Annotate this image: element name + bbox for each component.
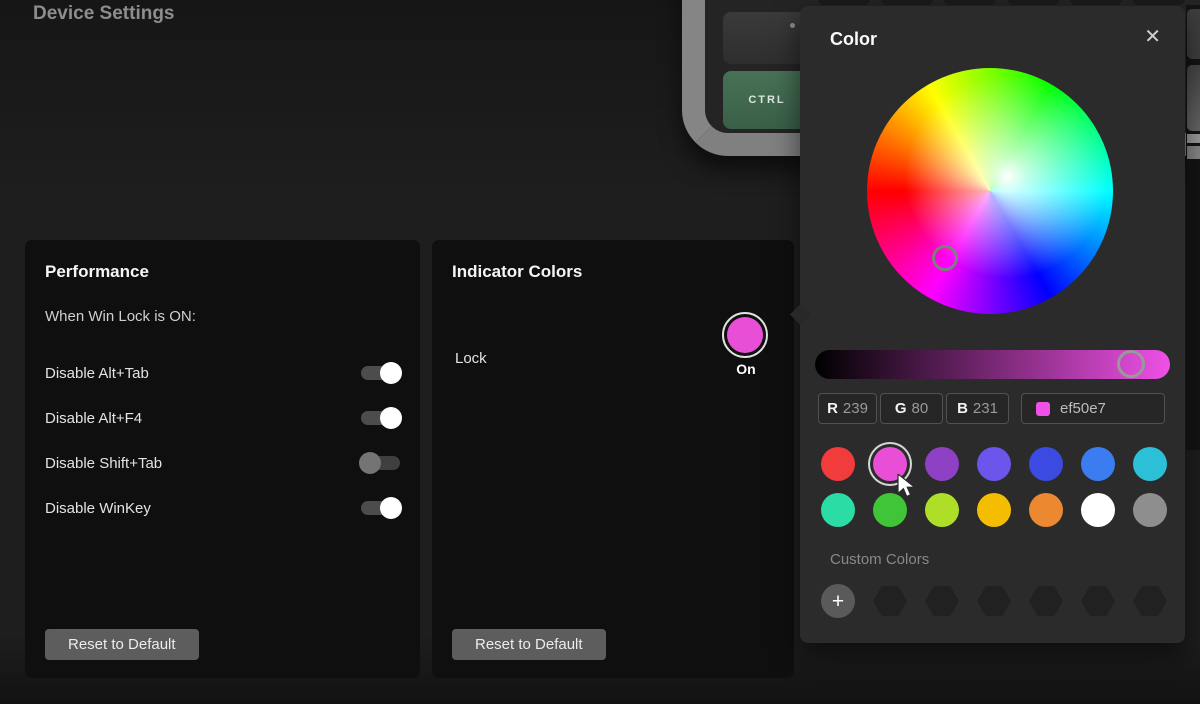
toggle-knob [359, 452, 381, 474]
right-edge-keyboard-strip [1186, 5, 1200, 450]
toggle-row-disable-winkey: Disable WinKey [45, 496, 400, 520]
color-swatch[interactable] [977, 447, 1011, 481]
blue-label: B [957, 400, 968, 417]
toggle-switch-disable-alt-tab[interactable] [361, 366, 400, 380]
green-value-field[interactable]: G 80 [880, 393, 943, 424]
keyboard-key-row [818, 0, 1185, 5]
color-wheel-selector[interactable] [932, 245, 958, 271]
keyboard-key [944, 0, 996, 5]
hex-color-swatch [1036, 402, 1050, 416]
winlock-subtitle: When Win Lock is ON: [45, 308, 420, 325]
custom-color-slot-empty[interactable] [1133, 584, 1167, 618]
toggle-row-disable-alt-tab: Disable Alt+Tab [45, 361, 400, 385]
custom-color-slot-empty[interactable] [1081, 584, 1115, 618]
color-swatch[interactable] [1081, 493, 1115, 527]
indicator-reset-button[interactable]: Reset to Default [452, 629, 606, 660]
custom-color-slot-empty[interactable] [1029, 584, 1063, 618]
color-wheel[interactable] [867, 68, 1113, 314]
lock-color-ring [722, 312, 768, 358]
performance-reset-button[interactable]: Reset to Default [45, 629, 199, 660]
keyboard-key [881, 0, 933, 5]
red-label: R [827, 400, 838, 417]
toggle-list: Disable Alt+Tab Disable Alt+F4 Disable S… [45, 361, 400, 520]
close-icon[interactable]: ✕ [1144, 27, 1161, 47]
keyboard-key [723, 12, 807, 64]
red-value: 239 [843, 400, 868, 417]
preset-swatch-grid [821, 447, 1171, 539]
swatch-row [821, 447, 1171, 481]
rgb-inputs-row: R 239 G 80 B 231 ef50e7 [800, 393, 1185, 424]
page-title: Device Settings [33, 3, 175, 25]
color-swatch[interactable] [1133, 493, 1167, 527]
toggle-knob [380, 362, 402, 384]
toggle-label: Disable Alt+F4 [45, 410, 142, 427]
swatch-row [821, 493, 1171, 527]
keyboard-key [1133, 0, 1185, 5]
brightness-slider-handle[interactable] [1117, 350, 1145, 378]
dialog-title: Color [830, 29, 877, 50]
color-swatch[interactable] [821, 447, 855, 481]
indicator-colors-panel: Indicator Colors Lock On Reset to Defaul… [432, 240, 794, 678]
custom-color-slot-empty[interactable] [873, 584, 907, 618]
green-label: G [895, 400, 907, 417]
lock-state-label: On [722, 361, 770, 377]
lock-color-swatch[interactable] [727, 317, 763, 353]
blue-value-field[interactable]: B 231 [946, 393, 1009, 424]
custom-color-slot-empty[interactable] [977, 584, 1011, 618]
keyboard-key [1007, 0, 1059, 5]
keyboard-key-ctrl: CTRL [723, 71, 811, 129]
toggle-switch-disable-shift-tab[interactable] [361, 456, 400, 470]
red-value-field[interactable]: R 239 [818, 393, 877, 424]
toggle-label: Disable Alt+Tab [45, 365, 149, 382]
performance-panel: Performance When Win Lock is ON: Disable… [25, 240, 420, 678]
hex-value-field[interactable]: ef50e7 [1021, 393, 1165, 424]
keyboard-key-led [790, 23, 795, 28]
color-swatch[interactable] [1029, 493, 1063, 527]
keyboard-key-edge [1187, 65, 1200, 131]
add-custom-color-button[interactable]: + [821, 584, 855, 618]
color-swatch[interactable] [873, 493, 907, 527]
toggle-switch-disable-alt-f4[interactable] [361, 411, 400, 425]
lock-label: Lock [455, 350, 487, 367]
color-swatch[interactable] [1081, 447, 1115, 481]
toggle-label: Disable WinKey [45, 500, 151, 517]
custom-colors-label: Custom Colors [830, 551, 929, 568]
keyboard-key [818, 0, 870, 5]
color-picker-dialog: Color ✕ R 239 G 80 B 231 ef50e7 Custom C… [800, 6, 1185, 643]
toggle-knob [380, 497, 402, 519]
custom-colors-row: + [821, 584, 1167, 618]
color-swatch[interactable] [1029, 447, 1063, 481]
keyboard-key-edge [1187, 146, 1200, 159]
green-value: 80 [911, 400, 928, 417]
toggle-label: Disable Shift+Tab [45, 455, 162, 472]
indicator-panel-title: Indicator Colors [452, 262, 794, 282]
color-swatch[interactable] [977, 493, 1011, 527]
keyboard-key [1070, 0, 1122, 5]
keyboard-key-edge [1187, 9, 1200, 59]
color-swatch[interactable] [925, 447, 959, 481]
toggle-knob [380, 407, 402, 429]
toggle-switch-disable-winkey[interactable] [361, 501, 400, 515]
keyboard-key-edge [1187, 134, 1200, 143]
hex-value: ef50e7 [1060, 400, 1106, 417]
color-swatch[interactable] [925, 493, 959, 527]
blue-value: 231 [973, 400, 998, 417]
color-swatch[interactable] [873, 447, 907, 481]
custom-color-slot-empty[interactable] [925, 584, 959, 618]
toggle-row-disable-shift-tab: Disable Shift+Tab [45, 451, 400, 475]
performance-panel-title: Performance [45, 262, 420, 282]
lock-color-indicator: On [722, 312, 770, 377]
toggle-row-disable-alt-f4: Disable Alt+F4 [45, 406, 400, 430]
color-swatch[interactable] [1133, 447, 1167, 481]
color-swatch[interactable] [821, 493, 855, 527]
